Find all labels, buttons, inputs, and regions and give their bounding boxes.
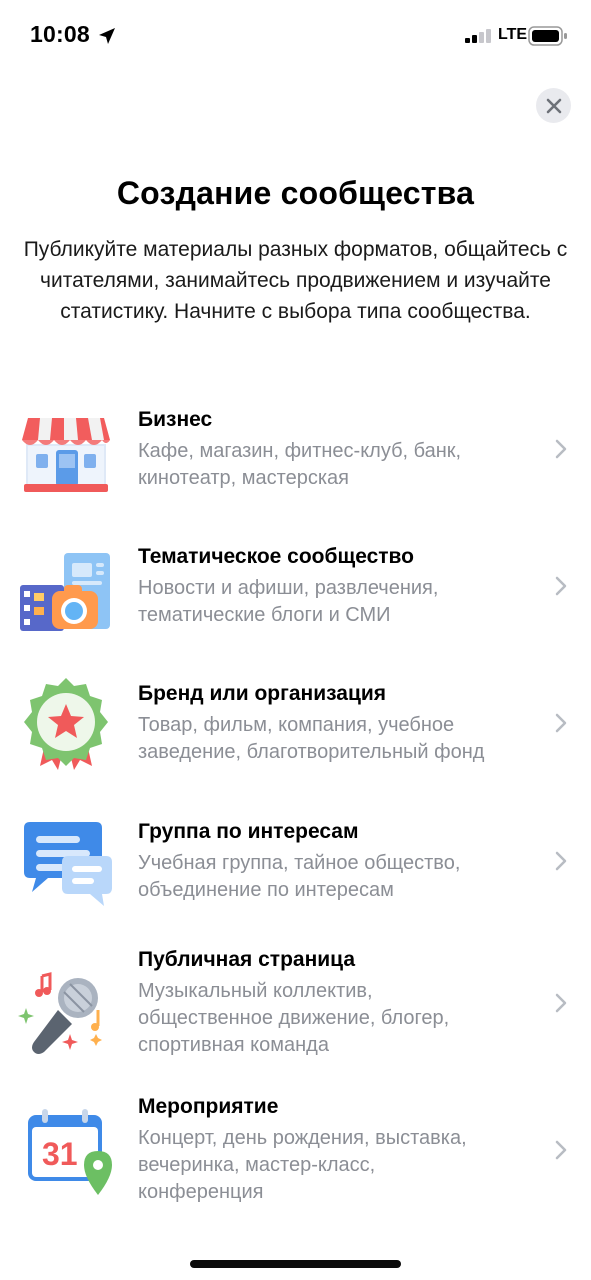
- award-badge-icon: [24, 678, 108, 770]
- store-icon: [22, 418, 110, 492]
- community-type-thematic[interactable]: Тематическое сообщество Новости и афиши,…: [0, 545, 591, 645]
- page-title: Создание сообщества: [116, 175, 475, 211]
- microphone-icon: [18, 972, 102, 1054]
- calendar-pin-icon: 31: [28, 1109, 112, 1195]
- status-time: 10:08: [30, 21, 90, 47]
- network-type: LTE: [498, 26, 528, 43]
- status-bar: 10:08 LTE: [0, 0, 591, 70]
- close-icon: [546, 98, 561, 113]
- type-description: Музыкальный коллектив, общественное движ…: [138, 980, 450, 1056]
- community-type-business[interactable]: Бизнес Кафе, магазин, фитнес-клуб, банк,…: [0, 408, 591, 508]
- chat-bubbles-icon: [24, 822, 112, 906]
- type-title: Мероприятие: [138, 1095, 279, 1118]
- type-title: Бизнес: [138, 408, 213, 431]
- chevron-right-icon: [555, 576, 567, 596]
- type-description: Концерт, день рождения, выставка, вечери…: [138, 1127, 467, 1203]
- community-type-brand[interactable]: Бренд или организация Товар, фильм, комп…: [0, 678, 591, 782]
- cellular-signal-icon: [465, 29, 491, 43]
- community-type-event[interactable]: 31 Мероприятие Концерт, день рождения, в…: [0, 1095, 591, 1215]
- location-arrow-icon: [99, 28, 115, 44]
- type-title: Публичная страница: [138, 948, 356, 971]
- type-description: Товар, фильм, компания, учебное заведени…: [138, 714, 485, 763]
- chevron-right-icon: [555, 993, 567, 1013]
- type-description: Новости и афиши, развлечения, тематическ…: [138, 577, 439, 626]
- chevron-right-icon: [555, 1140, 567, 1160]
- page-subtitle: Публикуйте материалы разных форматов, об…: [23, 238, 568, 323]
- battery-icon: [528, 26, 567, 46]
- type-description: Учебная группа, тайное общество, объедин…: [138, 852, 461, 901]
- calendar-day: 31: [42, 1136, 78, 1172]
- media-camera-icon: [20, 553, 110, 631]
- type-description: Кафе, магазин, фитнес-клуб, банк, киноте…: [138, 440, 462, 489]
- chevron-right-icon: [555, 713, 567, 733]
- type-title: Группа по интересам: [138, 820, 359, 843]
- community-type-interest-group[interactable]: Группа по интересам Учебная группа, тайн…: [0, 820, 591, 920]
- home-indicator[interactable]: [190, 1260, 401, 1268]
- community-type-public-page[interactable]: Публичная страница Музыкальный коллектив…: [0, 948, 591, 1068]
- close-button[interactable]: [536, 88, 571, 123]
- type-title: Бренд или организация: [138, 682, 387, 705]
- chevron-right-icon: [555, 439, 567, 459]
- type-title: Тематическое сообщество: [138, 545, 415, 568]
- chevron-right-icon: [555, 851, 567, 871]
